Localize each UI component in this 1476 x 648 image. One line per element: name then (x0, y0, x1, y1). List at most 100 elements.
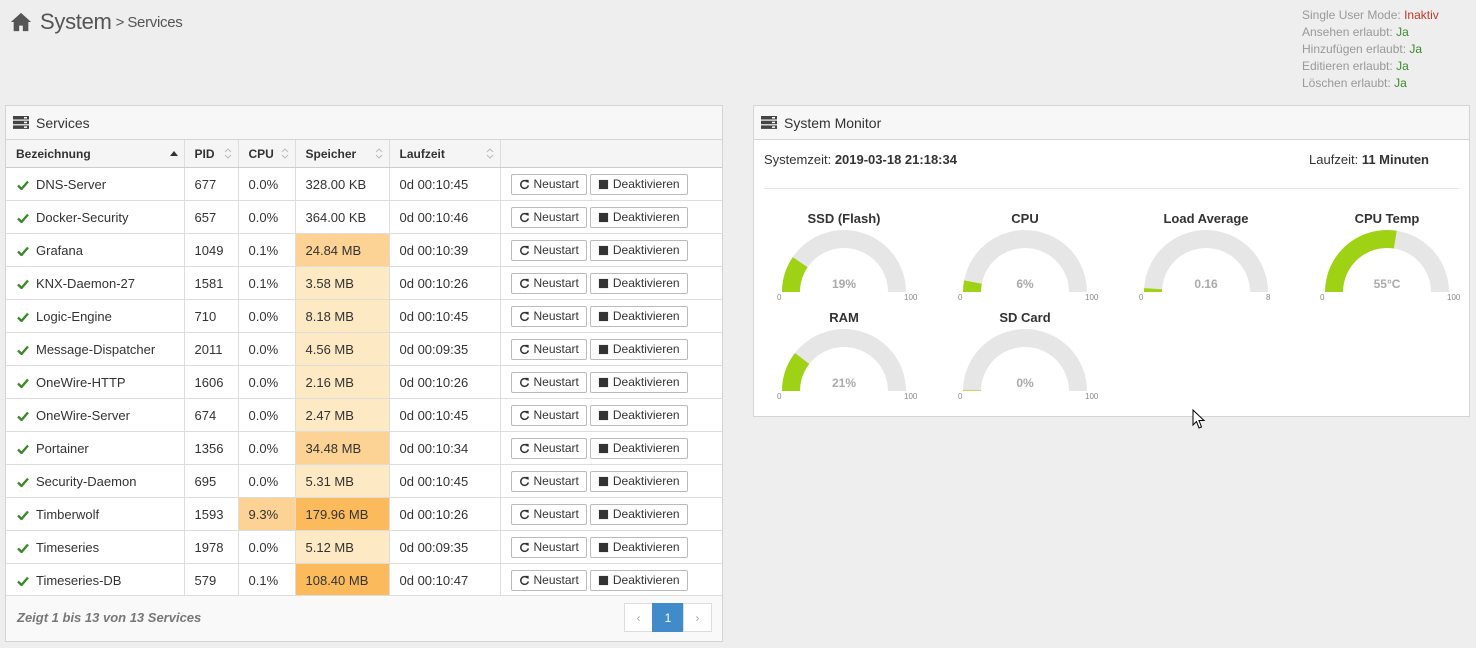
check-icon (17, 411, 29, 421)
restart-button[interactable]: Neustart (510, 437, 587, 459)
memory-cell: 364.00 KB (295, 200, 390, 234)
deactivate-button[interactable]: Deaktivieren (589, 206, 688, 228)
home-icon[interactable] (10, 11, 32, 33)
gauge-max-label: 100 (1085, 392, 1099, 401)
uptime-cell: 0d 00:10:47 (389, 563, 501, 597)
table-row[interactable]: Logic-Engine 710 0.0% 8.18 MB 0d 00:10:45 Neu… (6, 299, 722, 333)
table-row[interactable]: Timeseries 1978 0.0% 5.12 MB 0d 00:09:35 Neus… (6, 530, 722, 564)
restart-button[interactable]: Neustart (510, 470, 587, 492)
stop-icon (598, 311, 608, 321)
refresh-icon (519, 377, 529, 387)
laufzeit: Laufzeit: 11 Minuten (1309, 152, 1429, 167)
stop-icon (598, 212, 608, 222)
breadcrumb: System > Services (10, 7, 183, 37)
restart-button[interactable]: Neustart (510, 536, 587, 558)
service-name-cell: KNX-Daemon-27 (6, 266, 185, 300)
pagination-prev-button[interactable]: ‹ (624, 603, 653, 632)
restart-button[interactable]: Neustart (510, 338, 587, 360)
deactivate-button[interactable]: Deaktivieren (589, 272, 688, 294)
table-row[interactable]: Timeseries-DB 579 0.1% 108.40 MB 0d 00:10:47… (6, 563, 722, 597)
restart-button[interactable]: Neustart (510, 206, 587, 228)
table-row[interactable]: Portainer 1356 0.0% 34.48 MB 0d 00:10:34 Neus… (6, 431, 722, 465)
services-table: Bezeichnung PID CPU Speicher Laufzeit DN… (6, 140, 722, 597)
restart-label: Neustart (533, 474, 579, 488)
table-row[interactable]: Timberwolf 1593 9.3% 179.96 MB 0d 00:10:26 Ne… (6, 497, 722, 531)
deactivate-button[interactable]: Deaktivieren (589, 536, 688, 558)
restart-button[interactable]: Neustart (510, 371, 587, 393)
restart-label: Neustart (533, 573, 579, 587)
deactivate-button[interactable]: Deaktivieren (589, 569, 688, 591)
deactivate-label: Deaktivieren (612, 243, 680, 257)
restart-button[interactable]: Neustart (510, 272, 587, 294)
column-header-pid[interactable]: PID (184, 140, 239, 168)
restart-button[interactable]: Neustart (510, 569, 587, 591)
gauge-value: 0.16 (1194, 277, 1218, 291)
deactivate-label: Deaktivieren (612, 309, 680, 323)
table-row[interactable]: DNS-Server 677 0.0% 328.00 KB 0d 00:10:45 Neu… (6, 167, 722, 201)
services-panel: Services Bezeichnung PID CPU Speicher La… (5, 105, 723, 642)
restart-label: Neustart (533, 309, 579, 323)
column-header-bezeichnung[interactable]: Bezeichnung (6, 140, 185, 168)
service-name: Timeseries (36, 539, 100, 555)
column-header-cpu[interactable]: CPU (238, 140, 296, 168)
deactivate-button[interactable]: Deaktivieren (589, 239, 688, 261)
pagination-next-button[interactable]: › (683, 603, 712, 632)
service-name-cell: Timeseries (6, 530, 185, 564)
restart-button[interactable]: Neustart (510, 239, 587, 261)
permission-item: Editieren erlaubt: Ja (1302, 58, 1439, 75)
deactivate-button[interactable]: Deaktivieren (589, 503, 688, 525)
uptime-cell: 0d 00:10:45 (389, 398, 501, 432)
stop-icon (598, 476, 608, 486)
deactivate-button[interactable]: Deaktivieren (589, 305, 688, 327)
system-monitor-header: System Monitor (754, 106, 1469, 140)
table-row[interactable]: Docker-Security 657 0.0% 364.00 KB 0d 00:10:… (6, 200, 722, 234)
memory-cell: 2.47 MB (295, 398, 390, 432)
sort-icon (224, 148, 231, 159)
stop-icon (598, 575, 608, 585)
column-header-speicher[interactable]: Speicher (295, 140, 390, 168)
sort-icon (486, 148, 493, 159)
deactivate-button[interactable]: Deaktivieren (589, 338, 688, 360)
service-name-cell: Timberwolf (6, 497, 185, 531)
restart-button[interactable]: Neustart (510, 305, 587, 327)
actions-cell: Neustart Deaktivieren (500, 530, 722, 564)
deactivate-button[interactable]: Deaktivieren (589, 173, 688, 195)
page-subtitle: Services (127, 13, 183, 31)
service-name-cell: Docker-Security (6, 200, 185, 234)
table-row[interactable]: OneWire-HTTP 1606 0.0% 2.16 MB 0d 00:10:26 Ne… (6, 365, 722, 399)
gauge: CPU Temp 55°C 0 100 (1307, 211, 1467, 306)
restart-label: Neustart (533, 342, 579, 356)
uptime-cell: 0d 00:10:26 (389, 497, 501, 531)
table-row[interactable]: KNX-Daemon-27 1581 0.1% 3.58 MB 0d 00:10:26 N… (6, 266, 722, 300)
table-row[interactable]: Grafana 1049 0.1% 24.84 MB 0d 00:10:39 Neusta… (6, 233, 722, 267)
stop-icon (598, 410, 608, 420)
deactivate-button[interactable]: Deaktivieren (589, 404, 688, 426)
deactivate-button[interactable]: Deaktivieren (589, 437, 688, 459)
restart-button[interactable]: Neustart (510, 404, 587, 426)
gauge-min-label: 0 (777, 392, 782, 401)
table-row[interactable]: Security-Daemon 695 0.0% 5.31 MB 0d 00:10:45… (6, 464, 722, 498)
sort-icon (375, 148, 382, 159)
stop-icon (598, 377, 608, 387)
deactivate-button[interactable]: Deaktivieren (589, 470, 688, 492)
table-row[interactable]: OneWire-Server 674 0.0% 2.47 MB 0d 00:10:45 N… (6, 398, 722, 432)
check-icon (17, 345, 29, 355)
cpu-cell: 0.0% (238, 464, 296, 498)
pagination-page-1[interactable]: 1 (652, 603, 684, 632)
service-name: OneWire-HTTP (36, 374, 126, 390)
restart-button[interactable]: Neustart (510, 503, 587, 525)
table-row[interactable]: Message-Dispatcher 2011 0.0% 4.56 MB 0d 00:0… (6, 332, 722, 366)
restart-button[interactable]: Neustart (510, 173, 587, 195)
deactivate-button[interactable]: Deaktivieren (589, 371, 688, 393)
service-name: Logic-Engine (36, 308, 112, 324)
actions-cell: Neustart Deaktivieren (500, 497, 722, 531)
memory-cell: 328.00 KB (295, 167, 390, 201)
services-panel-header: Services (6, 106, 722, 140)
permission-label: Ansehen erlaubt: (1302, 25, 1393, 39)
sort-ascending-icon (169, 151, 178, 156)
restart-label: Neustart (533, 210, 579, 224)
column-header-laufzeit[interactable]: Laufzeit (389, 140, 501, 168)
deactivate-label: Deaktivieren (612, 507, 680, 521)
service-name: Timberwolf (36, 506, 100, 522)
uptime-cell: 0d 00:10:45 (389, 167, 501, 201)
